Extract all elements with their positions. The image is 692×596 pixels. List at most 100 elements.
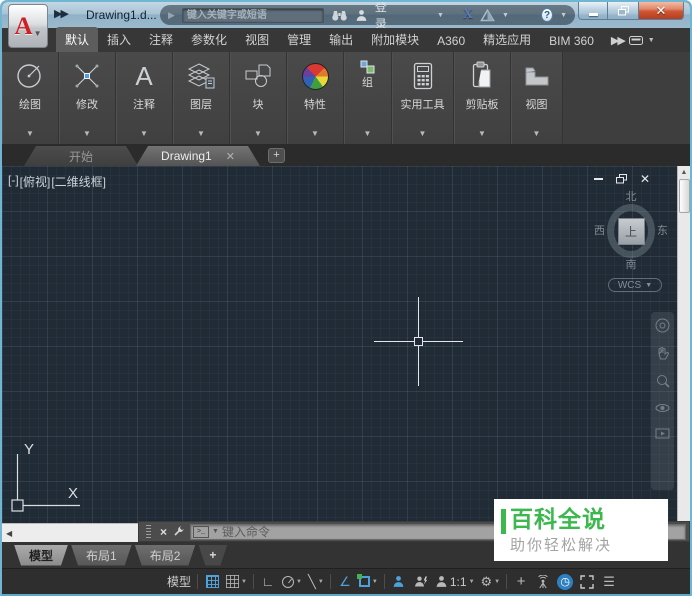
ribbon-minimize-icon[interactable] (628, 36, 643, 45)
ribbon-tab-manage[interactable]: 管理 (278, 27, 320, 52)
panel-flyout-caret-icon[interactable]: ▼ (478, 129, 486, 144)
ribbon-tab-bim360[interactable]: BIM 360 (540, 30, 603, 52)
user-icon[interactable] (355, 9, 368, 22)
new-layout-button[interactable]: + (198, 545, 227, 566)
panel-properties[interactable]: 特性 ▼ (287, 52, 344, 144)
viewport-restore-icon[interactable] (615, 174, 627, 184)
close-tab-icon[interactable]: ✕ (226, 150, 235, 163)
ribbon-tab-annotate[interactable]: 注释 (140, 27, 182, 52)
scroll-up-icon[interactable]: ▲ (681, 166, 688, 179)
vertical-scrollbar[interactable]: ▲ (677, 166, 690, 523)
search-binoculars-icon[interactable] (331, 9, 348, 21)
layout-tab-layout2[interactable]: 布局2 (135, 545, 196, 566)
scroll-left-icon[interactable]: ◀ (6, 529, 12, 538)
object-snap-toggle[interactable]: ▼ (356, 571, 381, 593)
navigation-bar[interactable] (651, 312, 674, 490)
panel-flyout-caret-icon[interactable]: ▼ (533, 129, 541, 144)
annotation-monitor-button[interactable] (532, 571, 554, 593)
scale-caret-icon[interactable]: ▼ (469, 579, 475, 585)
panel-groups[interactable]: 组 ▼ (344, 52, 392, 144)
status-model-button[interactable]: 模型 (167, 573, 191, 590)
polar-caret-icon[interactable]: ▼ (296, 579, 302, 585)
annotation-visibility-toggle[interactable] (388, 571, 410, 593)
object-snap-tracking-toggle[interactable]: ∠ (334, 571, 356, 593)
hardware-acceleration-button[interactable]: ◷ (554, 571, 576, 593)
ribbon-tab-view[interactable]: 视图 (236, 27, 278, 52)
clean-screen-button[interactable] (576, 571, 598, 593)
layout-tab-model[interactable]: 模型 (14, 545, 68, 566)
tab-overflow-icon[interactable]: ▶▶ (611, 34, 626, 47)
isodraft-caret-icon[interactable]: ▼ (318, 579, 324, 585)
panel-flyout-caret-icon[interactable]: ▼ (254, 129, 262, 144)
chevron-right-icon[interactable]: ▶ (168, 10, 175, 21)
panel-flyout-caret-icon[interactable]: ▼ (419, 129, 427, 144)
zoom-icon[interactable] (656, 374, 670, 388)
help-icon[interactable]: ? (541, 8, 554, 22)
ribbon-tab-parametric[interactable]: 参数化 (182, 27, 236, 52)
panel-layers[interactable]: 图层 ▼ (173, 52, 230, 144)
viewcube-ring[interactable]: 上 (607, 204, 655, 258)
snap-caret-icon[interactable]: ▼ (241, 579, 247, 585)
ribbon-tab-a360[interactable]: A360 (428, 30, 474, 52)
isolate-objects-button[interactable]: + (510, 571, 532, 593)
scrollbar-thumb[interactable] (678, 179, 690, 213)
command-customize-wrench-icon[interactable] (172, 525, 185, 538)
orbit-icon[interactable] (655, 401, 670, 415)
workspace-switching-button[interactable]: ⚙ ▼ (478, 571, 504, 593)
visual-style-menu[interactable]: [二维线框] (51, 173, 106, 190)
annotation-autoscale-toggle[interactable] (410, 571, 432, 593)
panel-flyout-caret-icon[interactable]: ▼ (311, 129, 319, 144)
ribbon-tab-featured-apps[interactable]: 精选应用 (474, 27, 540, 52)
panel-block[interactable]: 块 ▼ (230, 52, 287, 144)
panel-clipboard[interactable]: 剪贴板 ▼ (454, 52, 511, 144)
restore-button[interactable] (608, 2, 638, 20)
panel-flyout-caret-icon[interactable]: ▼ (140, 129, 148, 144)
exchange-apps-icon[interactable]: X (463, 7, 473, 23)
viewcube-south[interactable]: 南 (594, 258, 668, 272)
application-menu-button[interactable]: A ▼ (8, 4, 48, 48)
customization-button[interactable]: ☰ (598, 571, 620, 593)
file-tab-start[interactable]: 开始 (24, 146, 138, 166)
panel-modify[interactable]: 修改 ▼ (59, 52, 116, 144)
viewcube-east[interactable]: 东 (657, 224, 668, 238)
view-control-menu[interactable]: [俯视] (20, 173, 51, 190)
isodraft-toggle[interactable]: ╲ ▼ (305, 571, 327, 593)
drawing-canvas[interactable]: [-] [俯视] [二维线框] ✕ 北 西 上 东 南 WCS ▼ Y X ◀ … (2, 166, 690, 542)
minimize-button[interactable] (578, 2, 608, 20)
ribbon-minimize-caret-icon[interactable]: ▼ (648, 37, 655, 44)
ribbon-tab-insert[interactable]: 插入 (98, 27, 140, 52)
viewport-control-menu[interactable]: [-] (8, 173, 19, 190)
qat-expand-icon[interactable]: ▶▶ (54, 7, 69, 20)
ribbon-tab-home[interactable]: 默认 (56, 27, 99, 52)
layout-tab-layout1[interactable]: 布局1 (71, 545, 132, 566)
a360-icon[interactable] (480, 8, 495, 22)
command-line-grip[interactable] (146, 525, 151, 538)
viewcube-top-face[interactable]: 上 (617, 217, 645, 245)
navigation-wheel-icon[interactable] (655, 318, 670, 333)
panel-flyout-caret-icon[interactable]: ▼ (197, 129, 205, 144)
panel-flyout-caret-icon[interactable]: ▼ (364, 129, 372, 144)
polar-tracking-toggle[interactable]: ▼ (279, 571, 305, 593)
panel-draw[interactable]: 绘图 ▼ (2, 52, 59, 144)
wcs-dropdown[interactable]: WCS ▼ (608, 278, 662, 292)
viewcube[interactable]: 北 西 上 东 南 (594, 190, 668, 272)
command-line-close-icon[interactable]: × (160, 525, 167, 539)
snap-mode-toggle[interactable]: ▼ (223, 571, 250, 593)
grid-display-toggle[interactable] (201, 571, 223, 593)
login-caret-icon[interactable]: ▼ (437, 12, 444, 19)
panel-view[interactable]: 视图 ▼ (511, 52, 563, 144)
help-caret-icon[interactable]: ▼ (560, 12, 567, 19)
viewcube-north[interactable]: 北 (594, 190, 668, 204)
panel-annotation[interactable]: A 注释 ▼ (116, 52, 173, 144)
file-tab-drawing1[interactable]: Drawing1 ✕ (136, 146, 260, 166)
annotation-scale-button[interactable]: 1:1 ▼ (432, 571, 478, 593)
workspace-caret-icon[interactable]: ▼ (494, 579, 500, 585)
ortho-toggle[interactable]: ∟ (257, 571, 279, 593)
viewport-close-icon[interactable]: ✕ (640, 173, 650, 185)
ribbon-tab-output[interactable]: 输出 (320, 27, 362, 52)
panel-flyout-caret-icon[interactable]: ▼ (26, 129, 34, 144)
close-button[interactable]: ✕ (638, 2, 684, 20)
panel-utilities[interactable]: 实用工具 ▼ (392, 52, 454, 144)
panel-flyout-caret-icon[interactable]: ▼ (83, 129, 91, 144)
ribbon-tab-addins[interactable]: 附加模块 (362, 27, 428, 52)
